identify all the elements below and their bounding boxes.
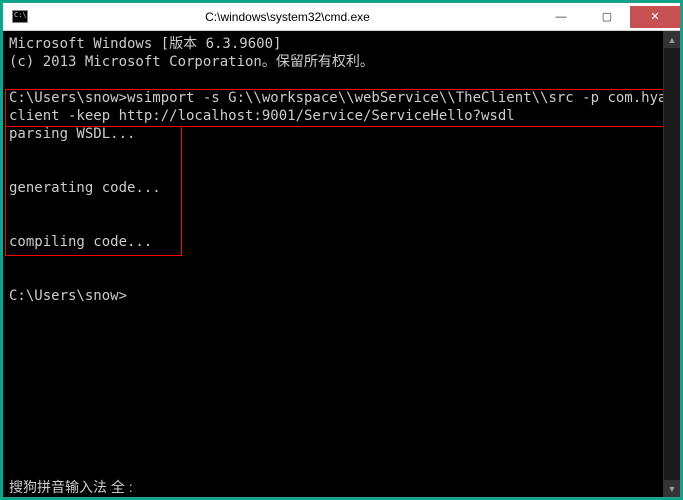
terminal-line: Microsoft Windows [版本 6.3.9600] <box>9 35 657 53</box>
maximize-button[interactable]: ▢ <box>584 6 630 28</box>
terminal-line: parsing WSDL... <box>9 125 657 143</box>
terminal-line <box>9 71 657 89</box>
terminal-line <box>9 161 657 179</box>
title-bar[interactable]: C:\windows\system32\cmd.exe — ▢ ✕ <box>3 3 680 31</box>
terminal-line: client -keep http://localhost:9001/Servi… <box>9 107 657 125</box>
terminal-line <box>9 215 657 233</box>
terminal-line: (c) 2013 Microsoft Corporation。保留所有权利。 <box>9 53 657 71</box>
scroll-track[interactable] <box>664 48 680 480</box>
window-controls: — ▢ ✕ <box>538 6 680 28</box>
content-area: Microsoft Windows [版本 6.3.9600] (c) 2013… <box>3 31 680 497</box>
close-button[interactable]: ✕ <box>630 6 680 28</box>
terminal-line <box>9 251 657 269</box>
scrollbar[interactable]: ▲ ▼ <box>663 31 680 497</box>
window-title: C:\windows\system32\cmd.exe <box>37 10 538 24</box>
ime-status: 搜狗拼音输入法 全 : <box>3 477 663 497</box>
scroll-down-button[interactable]: ▼ <box>664 480 680 497</box>
cmd-window: C:\windows\system32\cmd.exe — ▢ ✕ Micros… <box>2 2 681 498</box>
scroll-up-button[interactable]: ▲ <box>664 31 680 48</box>
terminal-line: C:\Users\snow>wsimport -s G:\\workspace\… <box>9 89 657 107</box>
terminal[interactable]: Microsoft Windows [版本 6.3.9600] (c) 2013… <box>3 31 663 497</box>
terminal-line: C:\Users\snow> <box>9 287 657 305</box>
terminal-line <box>9 143 657 161</box>
terminal-line: compiling code... <box>9 233 657 251</box>
window-icon-area[interactable] <box>3 10 37 23</box>
minimize-button[interactable]: — <box>538 6 584 28</box>
terminal-line: generating code... <box>9 179 657 197</box>
cmd-icon <box>12 10 28 23</box>
terminal-line <box>9 197 657 215</box>
terminal-line <box>9 269 657 287</box>
